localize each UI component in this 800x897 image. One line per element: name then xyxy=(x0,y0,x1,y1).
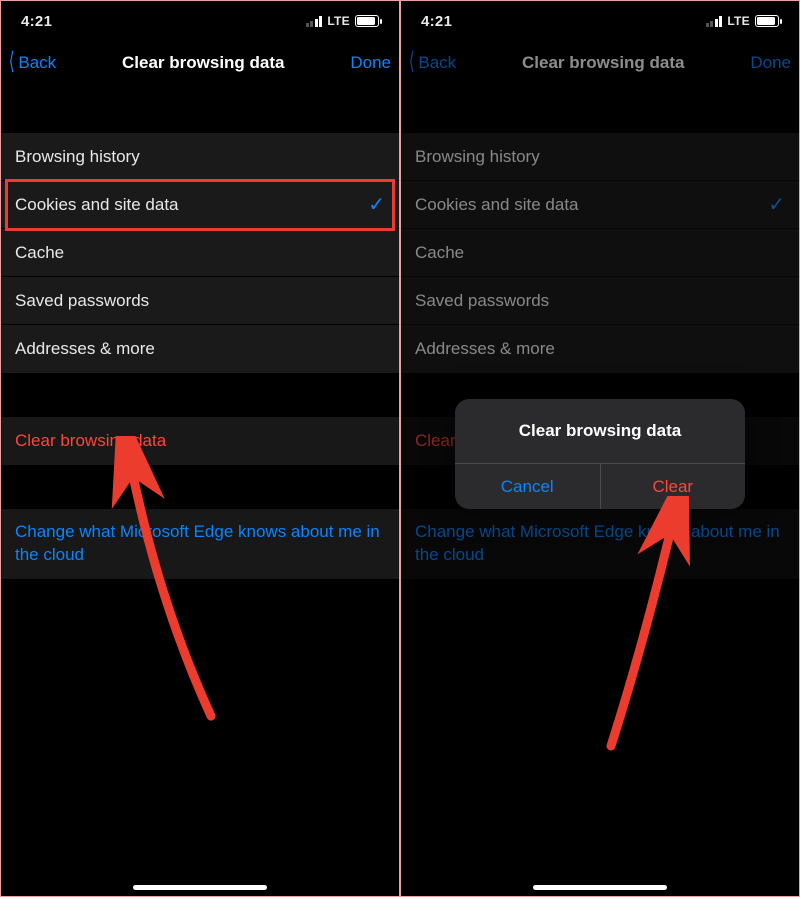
status-time: 4:21 xyxy=(421,13,452,30)
home-indicator[interactable] xyxy=(133,885,267,890)
status-bar: 4:21 LTE xyxy=(401,1,799,41)
battery-icon xyxy=(355,15,379,27)
cancel-button[interactable]: Cancel xyxy=(455,464,601,509)
item-label: Addresses & more xyxy=(15,339,155,359)
list-item-saved-passwords[interactable]: Saved passwords xyxy=(1,277,399,325)
done-button[interactable]: Done xyxy=(750,53,791,73)
clear-browsing-data-button[interactable]: Clear browsing data xyxy=(1,417,399,465)
clear-label: Clear browsing data xyxy=(15,431,166,451)
item-label: Saved passwords xyxy=(415,291,549,311)
chevron-left-icon: ⟨ xyxy=(9,50,15,74)
link-label: Change what Microsoft Edge knows about m… xyxy=(415,522,780,564)
nav-bar: ⟨ Back Clear browsing data Done xyxy=(401,41,799,85)
network-label: LTE xyxy=(727,14,750,28)
cloud-data-link[interactable]: Change what Microsoft Edge knows about m… xyxy=(401,509,799,579)
list-item-cookies[interactable]: Cookies and site data ✓ xyxy=(1,181,399,229)
item-label: Cache xyxy=(15,243,64,263)
signal-bars-icon xyxy=(306,16,323,27)
list-item-addresses[interactable]: Addresses & more xyxy=(401,325,799,373)
home-indicator[interactable] xyxy=(533,885,667,890)
page-title: Clear browsing data xyxy=(122,53,284,73)
list-item-browsing-history[interactable]: Browsing history xyxy=(1,133,399,181)
list-item-cache[interactable]: Cache xyxy=(1,229,399,277)
list-item-cookies[interactable]: Cookies and site data ✓ xyxy=(401,181,799,229)
checkmark-icon: ✓ xyxy=(368,192,385,217)
back-button[interactable]: ⟨ Back xyxy=(407,51,456,75)
back-button[interactable]: ⟨ Back xyxy=(7,51,56,75)
item-label: Addresses & more xyxy=(415,339,555,359)
checkmark-icon: ✓ xyxy=(768,192,785,217)
cloud-data-link[interactable]: Change what Microsoft Edge knows about m… xyxy=(1,509,399,579)
clear-button[interactable]: Clear xyxy=(601,464,746,509)
data-type-list: Browsing history Cookies and site data ✓… xyxy=(1,133,399,373)
nav-bar: ⟨ Back Clear browsing data Done xyxy=(1,41,399,85)
list-item-browsing-history[interactable]: Browsing history xyxy=(401,133,799,181)
status-time: 4:21 xyxy=(21,13,52,30)
battery-icon xyxy=(755,15,779,27)
list-item-cache[interactable]: Cache xyxy=(401,229,799,277)
list-item-saved-passwords[interactable]: Saved passwords xyxy=(401,277,799,325)
page-title: Clear browsing data xyxy=(522,53,684,73)
done-button[interactable]: Done xyxy=(350,53,391,73)
item-label: Cookies and site data xyxy=(15,195,179,215)
item-label: Browsing history xyxy=(415,147,540,167)
chevron-left-icon: ⟨ xyxy=(409,50,415,74)
item-label: Browsing history xyxy=(15,147,140,167)
data-type-list: Browsing history Cookies and site data ✓… xyxy=(401,133,799,373)
back-label: Back xyxy=(418,53,456,73)
link-label: Change what Microsoft Edge knows about m… xyxy=(15,522,380,564)
signal-bars-icon xyxy=(706,16,723,27)
screen-right: 4:21 LTE ⟨ Back Clear browsing data Done… xyxy=(400,0,800,897)
dialog-title: Clear browsing data xyxy=(455,399,745,463)
network-label: LTE xyxy=(327,14,350,28)
item-label: Cache xyxy=(415,243,464,263)
status-bar: 4:21 LTE xyxy=(1,1,399,41)
screen-left: 4:21 LTE ⟨ Back Clear browsing data Done… xyxy=(0,0,400,897)
back-label: Back xyxy=(18,53,56,73)
item-label: Cookies and site data xyxy=(415,195,579,215)
item-label: Saved passwords xyxy=(15,291,149,311)
confirm-dialog: Clear browsing data Cancel Clear xyxy=(455,399,745,509)
list-item-addresses[interactable]: Addresses & more xyxy=(1,325,399,373)
